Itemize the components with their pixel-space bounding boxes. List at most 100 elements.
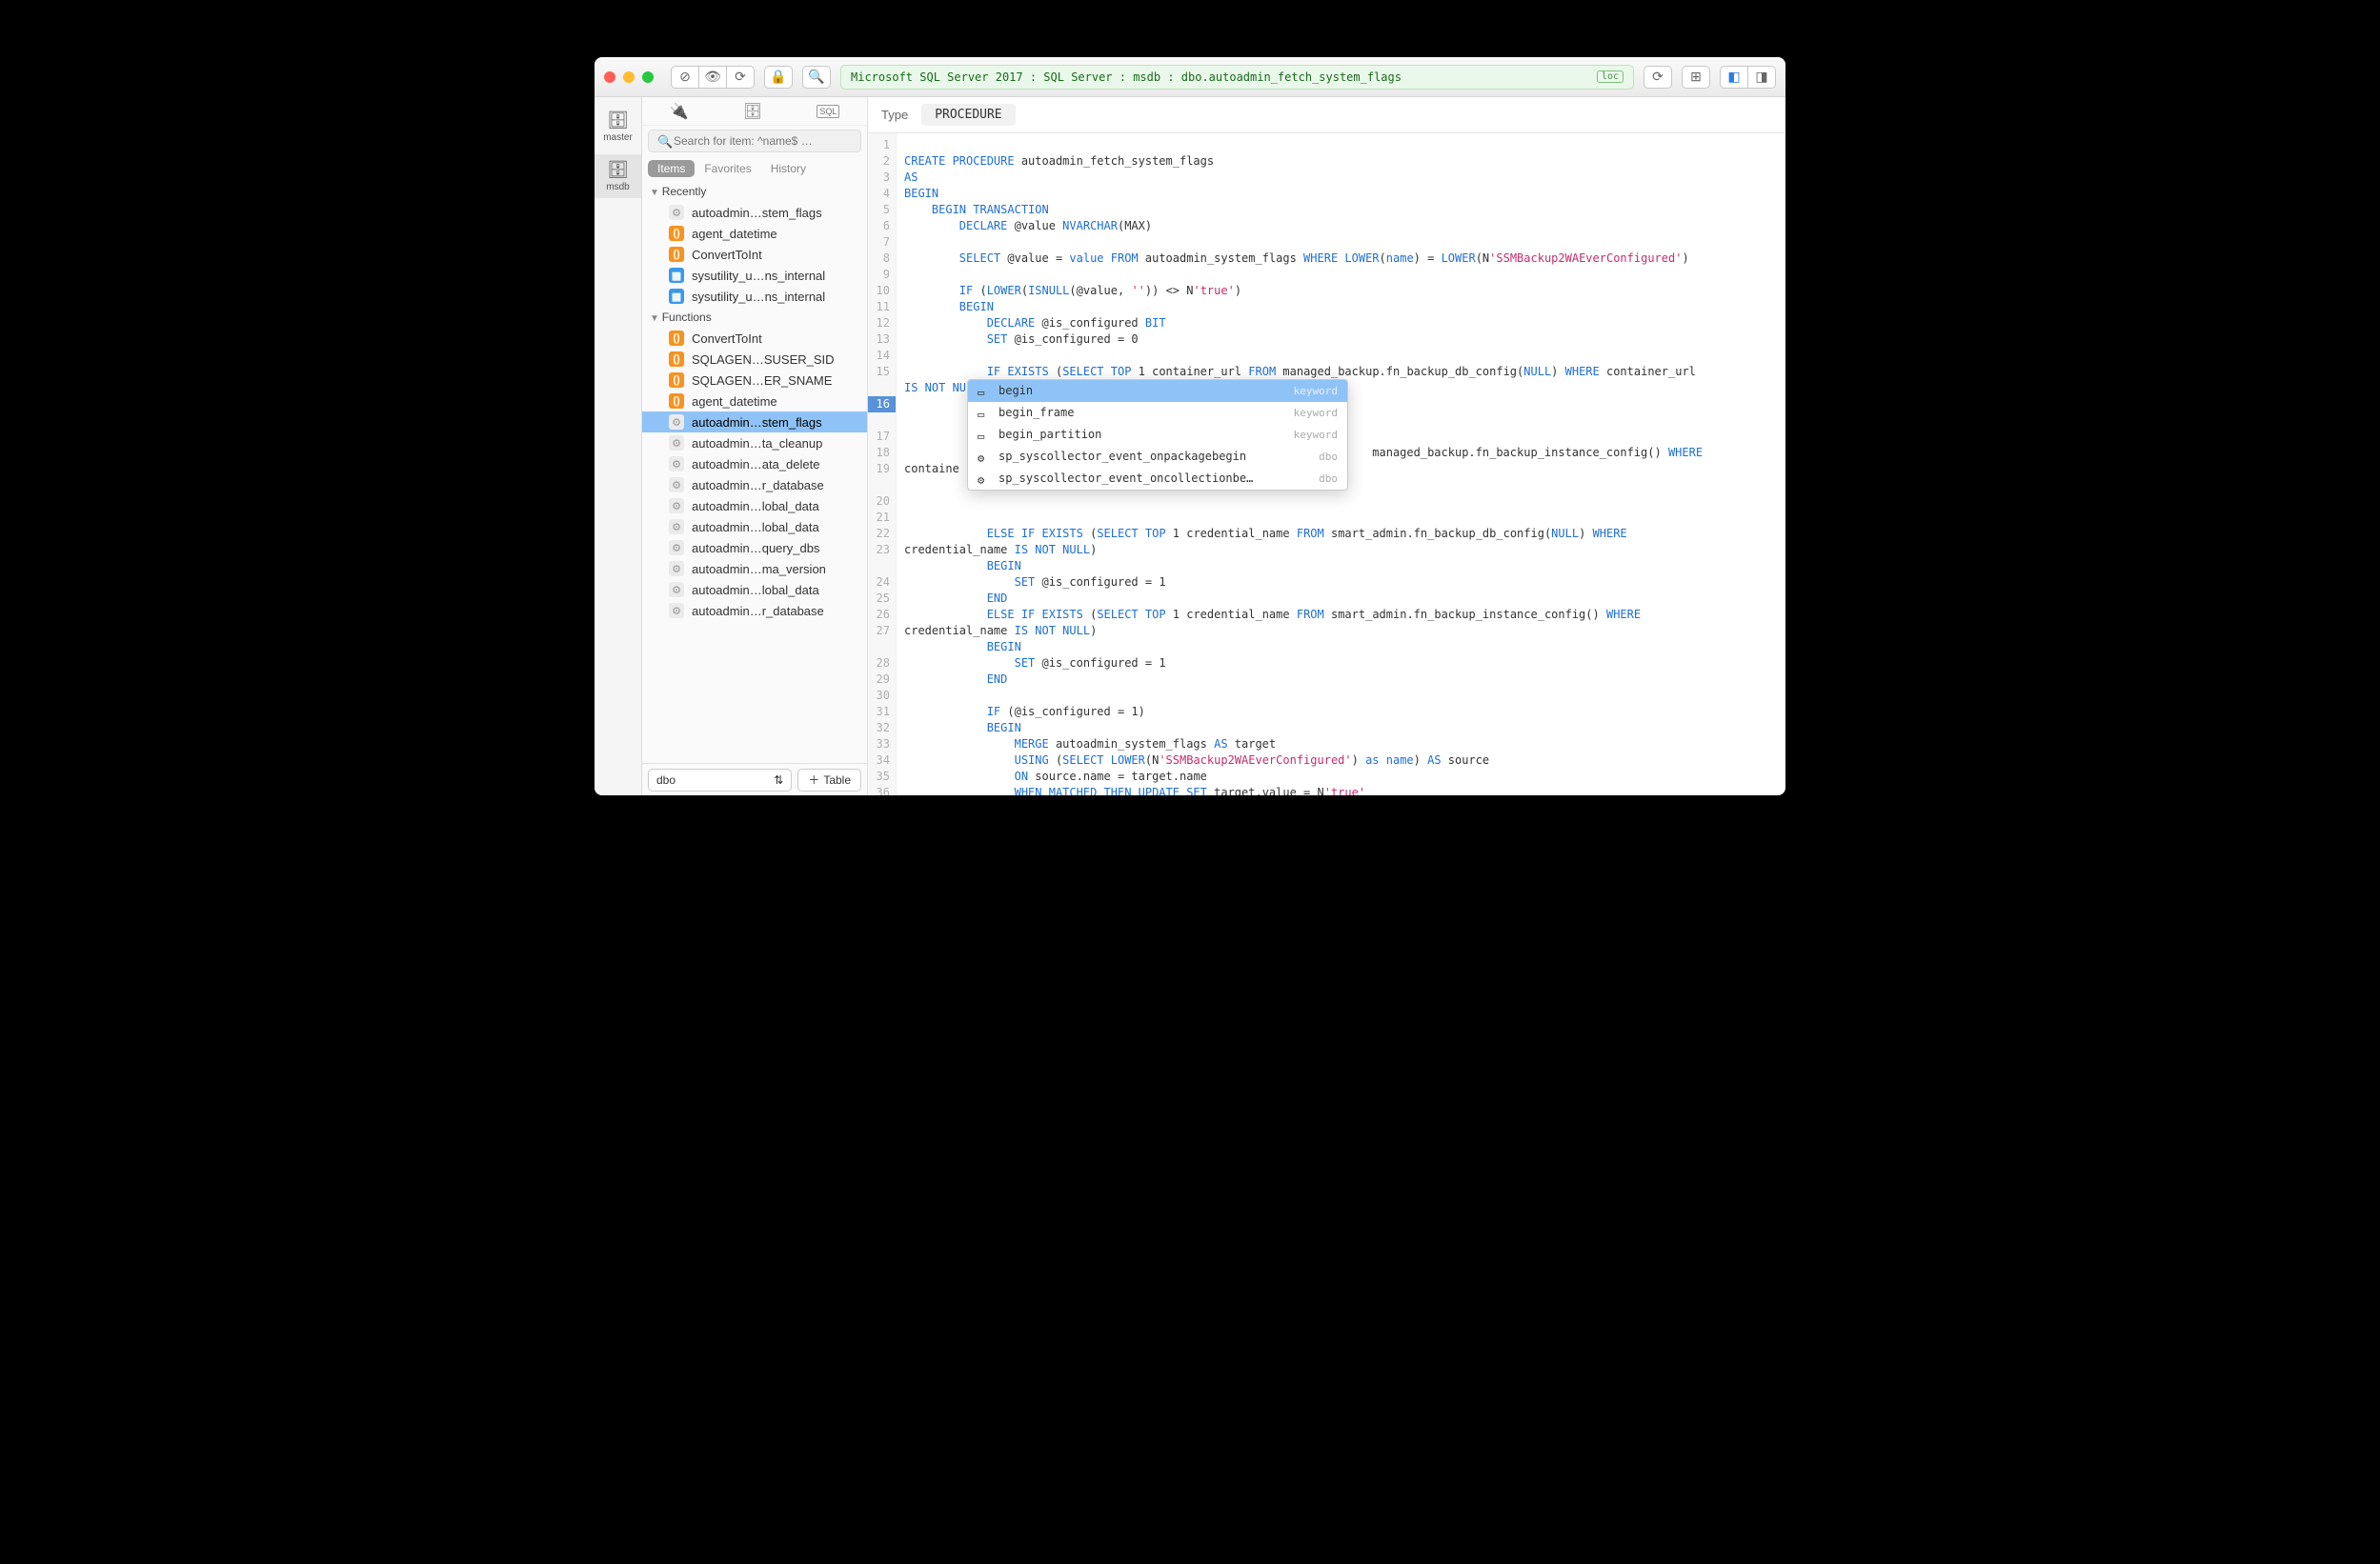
tree-item[interactable]: ⚙ autoadmin…r_database bbox=[642, 474, 867, 495]
tree-item-label: agent_datetime bbox=[692, 394, 777, 409]
type-value: PROCEDURE bbox=[921, 104, 1015, 126]
tree-item[interactable]: ()agent_datetime bbox=[642, 223, 867, 244]
line-gutter: 1234567891011121314151617181920212223242… bbox=[868, 133, 897, 795]
minimize-window[interactable] bbox=[623, 71, 635, 83]
tree-item-label: ConvertToInt bbox=[692, 248, 762, 262]
database-icon: 🗄 bbox=[595, 110, 641, 130]
tree-item-label: sysutility_u…ns_internal bbox=[692, 290, 825, 304]
grid-button[interactable]: ⊞ bbox=[1682, 66, 1710, 89]
show-button[interactable]: 👁 bbox=[698, 66, 727, 89]
autocomplete-label: begin_partition bbox=[998, 427, 1286, 443]
tree-item[interactable]: () ConvertToInt bbox=[642, 244, 867, 265]
item-tree[interactable]: Recently⚙autoadmin…stem_flags()agent_dat… bbox=[642, 181, 867, 763]
tree-item[interactable]: ▦sysutility_u…ns_internal bbox=[642, 265, 867, 286]
panel-left-button[interactable]: ◧ bbox=[1720, 66, 1748, 89]
view-icon: ▦ bbox=[669, 289, 684, 304]
app-window: ⊘ 👁 ⟳ 🔒 🔍 Microsoft SQL Server 2017 : SQ… bbox=[595, 57, 1785, 795]
tree-item[interactable]: ⚙ autoadmin…ta_cleanup bbox=[642, 432, 867, 453]
fn-icon: () bbox=[669, 393, 684, 409]
autocomplete-item[interactable]: ⚙sp_syscollector_event_onpackagebegindbo bbox=[968, 446, 1347, 468]
autocomplete-kind: keyword bbox=[1294, 427, 1338, 443]
tree-item[interactable]: ⚙autoadmin…r_database bbox=[642, 600, 867, 621]
tree-item-label: autoadmin…lobal_data bbox=[692, 499, 819, 513]
view-icon: ▦ bbox=[669, 268, 684, 283]
keyword-icon: ⚙ bbox=[978, 472, 991, 486]
rail-msdb[interactable]: 🗄 msdb bbox=[595, 154, 641, 198]
tree-item-label: SQLAGEN…ER_SNAME bbox=[692, 373, 832, 388]
tree-item[interactable]: () SQLAGEN…ER_SNAME bbox=[642, 370, 867, 391]
breadcrumb-text: Microsoft SQL Server 2017 : SQL Server :… bbox=[851, 70, 1402, 84]
fn-icon: () bbox=[669, 247, 684, 262]
proc-icon: ⚙ bbox=[669, 540, 684, 555]
fn-icon: () bbox=[669, 226, 684, 241]
panel-right-button[interactable]: ◨ bbox=[1747, 66, 1776, 89]
refresh-button[interactable]: ⟳ bbox=[726, 66, 755, 89]
breadcrumb[interactable]: Microsoft SQL Server 2017 : SQL Server :… bbox=[840, 65, 1634, 90]
type-label: Type bbox=[881, 108, 908, 122]
tab-history[interactable]: History bbox=[761, 160, 816, 177]
tree-item[interactable]: ⚙ autoadmin…stem_flags bbox=[642, 202, 867, 223]
keyword-icon: ⚙ bbox=[978, 451, 991, 464]
tree-item[interactable]: ()ConvertToInt bbox=[642, 328, 867, 349]
tree-item[interactable]: ⚙autoadmin…ma_version bbox=[642, 558, 867, 579]
keyword-icon: ▭ bbox=[978, 407, 991, 420]
tree-item-label: autoadmin…ta_cleanup bbox=[692, 436, 822, 451]
proc-icon: ⚙ bbox=[669, 456, 684, 471]
tree-item[interactable]: ⚙autoadmin…lobal_data bbox=[642, 495, 867, 516]
close-window[interactable] bbox=[604, 71, 615, 83]
tree-section-header[interactable]: Functions bbox=[642, 307, 867, 328]
tab-items[interactable]: Items bbox=[648, 160, 695, 177]
fn-icon: () bbox=[669, 351, 684, 367]
code-content[interactable]: CREATE PROCEDURE autoadmin_fetch_system_… bbox=[897, 133, 1785, 795]
schema-dropdown[interactable]: dbo ⇅ bbox=[648, 769, 792, 792]
proc-icon: ⚙ bbox=[669, 603, 684, 618]
tree-item-label: autoadmin…r_database bbox=[692, 478, 824, 492]
tree-item[interactable]: ()SQLAGEN…SUSER_SID bbox=[642, 349, 867, 370]
fn-icon: () bbox=[669, 331, 684, 346]
autocomplete-item[interactable]: ▭begin_framekeyword bbox=[968, 402, 1347, 424]
tree-item[interactable]: ⚙ autoadmin…stem_flags bbox=[642, 411, 867, 432]
autocomplete-label: sp_syscollector_event_onpackagebegin bbox=[998, 449, 1311, 465]
stop-button[interactable]: ⊘ bbox=[671, 66, 699, 89]
db-icon[interactable]: 🗄 bbox=[743, 102, 762, 121]
proc-icon: ⚙ bbox=[669, 477, 684, 492]
tree-item-label: autoadmin…lobal_data bbox=[692, 583, 819, 597]
autocomplete-item[interactable]: ▭ begin_partition keyword bbox=[968, 424, 1347, 446]
search-input[interactable] bbox=[648, 130, 861, 152]
autocomplete-popup[interactable]: ▭beginkeyword▭begin_framekeyword▭begin_p… bbox=[967, 379, 1348, 491]
tree-item[interactable]: ⚙autoadmin…lobal_data bbox=[642, 516, 867, 537]
proc-icon: ⚙ bbox=[669, 561, 684, 576]
tree-item[interactable]: ⚙ autoadmin…query_dbs bbox=[642, 537, 867, 558]
search-icon: 🔍 bbox=[657, 134, 673, 150]
zoom-window[interactable] bbox=[642, 71, 654, 83]
chevron-updown-icon: ⇅ bbox=[774, 773, 783, 787]
fn-icon: () bbox=[669, 372, 684, 388]
keyword-icon: ▭ bbox=[978, 429, 991, 442]
proc-icon: ⚙ bbox=[669, 519, 684, 534]
tree-item-label: autoadmin…stem_flags bbox=[692, 415, 822, 430]
sql-icon[interactable]: SQL bbox=[817, 105, 839, 118]
lock-button[interactable]: 🔒 bbox=[764, 66, 793, 89]
plug-icon[interactable]: 🔌 bbox=[670, 102, 689, 121]
reload-button[interactable]: ⟳ bbox=[1644, 66, 1672, 89]
tree-item[interactable]: () agent_datetime bbox=[642, 391, 867, 411]
tree-item[interactable]: ⚙autoadmin…lobal_data bbox=[642, 579, 867, 600]
tree-item-label: autoadmin…stem_flags bbox=[692, 206, 822, 220]
proc-icon: ⚙ bbox=[669, 414, 684, 430]
proc-icon: ⚙ bbox=[669, 205, 684, 220]
autocomplete-item[interactable]: ⚙sp_syscollector_event_oncollectionbe…db… bbox=[968, 468, 1347, 490]
db-rail: 🗄 master 🗄 msdb bbox=[595, 97, 642, 795]
tab-favorites[interactable]: Favorites bbox=[695, 160, 760, 177]
tree-section-header[interactable]: Recently bbox=[642, 181, 867, 202]
tree-item[interactable]: ⚙autoadmin…ata_delete bbox=[642, 453, 867, 474]
code-editor[interactable]: 1234567891011121314151617181920212223242… bbox=[868, 133, 1785, 795]
add-table-button[interactable]: ＋ Table bbox=[797, 769, 861, 792]
tree-item[interactable]: ▦ sysutility_u…ns_internal bbox=[642, 286, 867, 307]
autocomplete-kind: keyword bbox=[1294, 383, 1338, 399]
autocomplete-kind: dbo bbox=[1319, 471, 1338, 487]
autocomplete-item[interactable]: ▭beginkeyword bbox=[968, 380, 1347, 402]
search-button[interactable]: 🔍 bbox=[802, 66, 831, 89]
proc-icon: ⚙ bbox=[669, 435, 684, 451]
tree-item-label: autoadmin…query_dbs bbox=[692, 541, 819, 555]
rail-master[interactable]: 🗄 master bbox=[595, 105, 641, 149]
